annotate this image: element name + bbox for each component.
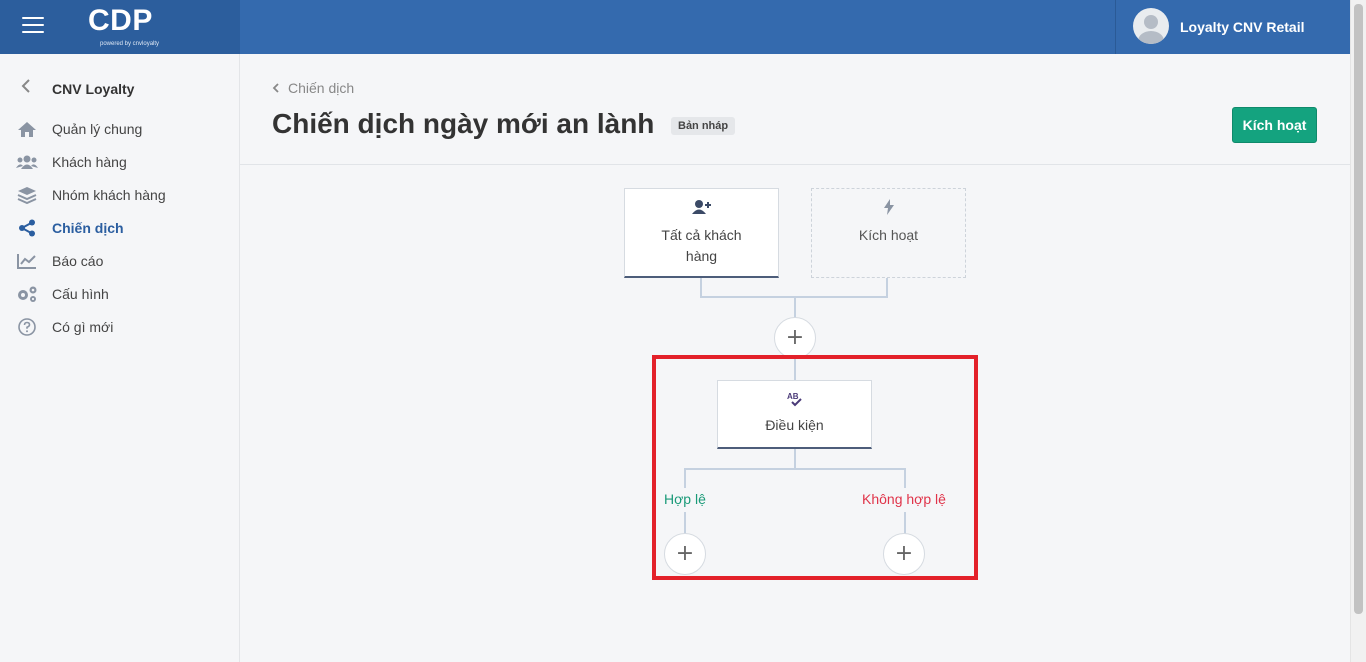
sidebar-item-label: Cấu hình — [52, 285, 109, 302]
home-icon — [16, 120, 38, 138]
user-plus-icon — [625, 199, 778, 217]
sidebar-item-khach-hang[interactable]: Khách hàng — [0, 145, 239, 178]
sidebar-item-label: Nhóm khách hàng — [52, 186, 166, 203]
sidebar-menu: Quản lý chung Khách hàng Nhóm khách hàng… — [0, 112, 239, 343]
sidebar-item-label: Khách hàng — [52, 153, 127, 170]
bolt-icon — [812, 199, 965, 217]
chart-icon — [16, 252, 38, 270]
logo-block: CDP powered by cnvloyalty — [0, 0, 240, 54]
connector-line — [886, 278, 888, 297]
logo-subtext: powered by cnvloyalty — [100, 41, 160, 47]
chevron-left-icon — [20, 78, 40, 99]
connector-line — [794, 296, 796, 318]
chevron-left-icon — [272, 81, 280, 96]
share-icon — [16, 219, 38, 237]
header-divider — [240, 164, 1350, 165]
trigger-node-label: Kích hoạt — [858, 227, 919, 243]
user-name: Loyalty CNV Retail — [1180, 19, 1305, 35]
audience-node[interactable]: Tất cả khách hàng — [624, 188, 779, 278]
layers-icon — [16, 186, 38, 204]
audience-node-label: Tất cả khách hàng — [661, 227, 742, 264]
sidebar-item-cau-hinh[interactable]: Cấu hình — [0, 277, 239, 310]
sidebar-item-nhom-khach-hang[interactable]: Nhóm khách hàng — [0, 178, 239, 211]
sidebar-item-bao-cao[interactable]: Báo cáo — [0, 244, 239, 277]
add-step-button[interactable]: + — [774, 317, 816, 359]
sidebar: CNV Loyalty Quản lý chung Khách hàng Nhó… — [0, 54, 240, 662]
user-menu[interactable]: Loyalty CNV Retail — [1115, 0, 1350, 54]
connector-line — [700, 278, 702, 297]
sidebar-title: CNV Loyalty — [52, 80, 135, 97]
sidebar-item-label: Có gì mới — [52, 318, 114, 335]
question-icon — [16, 317, 38, 336]
breadcrumb[interactable]: Chiến dịch — [272, 80, 354, 96]
trigger-node[interactable]: Kích hoạt — [811, 188, 966, 278]
sidebar-back-link[interactable]: CNV Loyalty — [20, 78, 134, 99]
page-title: Chiến dịch ngày mới an lành — [272, 108, 655, 139]
gears-icon — [16, 285, 38, 303]
scrollbar-thumb[interactable] — [1354, 4, 1363, 614]
sidebar-item-quan-ly-chung[interactable]: Quản lý chung — [0, 112, 239, 145]
logo-text: CDP — [88, 4, 153, 37]
avatar — [1133, 8, 1169, 44]
sidebar-item-co-gi-moi[interactable]: Có gì mới — [0, 310, 239, 343]
activate-button[interactable]: Kích hoạt — [1232, 107, 1317, 143]
sidebar-item-label: Quản lý chung — [52, 120, 143, 137]
logo[interactable]: CDP powered by cnvloyalty — [88, 4, 159, 47]
sidebar-item-label: Báo cáo — [52, 252, 104, 269]
status-badge: Bản nháp — [671, 117, 736, 135]
hamburger-menu-icon[interactable] — [22, 17, 44, 35]
sidebar-item-chien-dich[interactable]: Chiến dịch — [0, 211, 239, 244]
user-avatar-icon — [1138, 15, 1164, 44]
sidebar-item-label: Chiến dịch — [52, 219, 124, 236]
top-bar: CDP powered by cnvloyalty Loyalty CNV Re… — [0, 0, 1350, 54]
scrollbar[interactable] — [1350, 0, 1366, 662]
highlight-box — [652, 355, 978, 580]
users-icon — [16, 153, 38, 171]
breadcrumb-link[interactable]: Chiến dịch — [288, 80, 354, 96]
